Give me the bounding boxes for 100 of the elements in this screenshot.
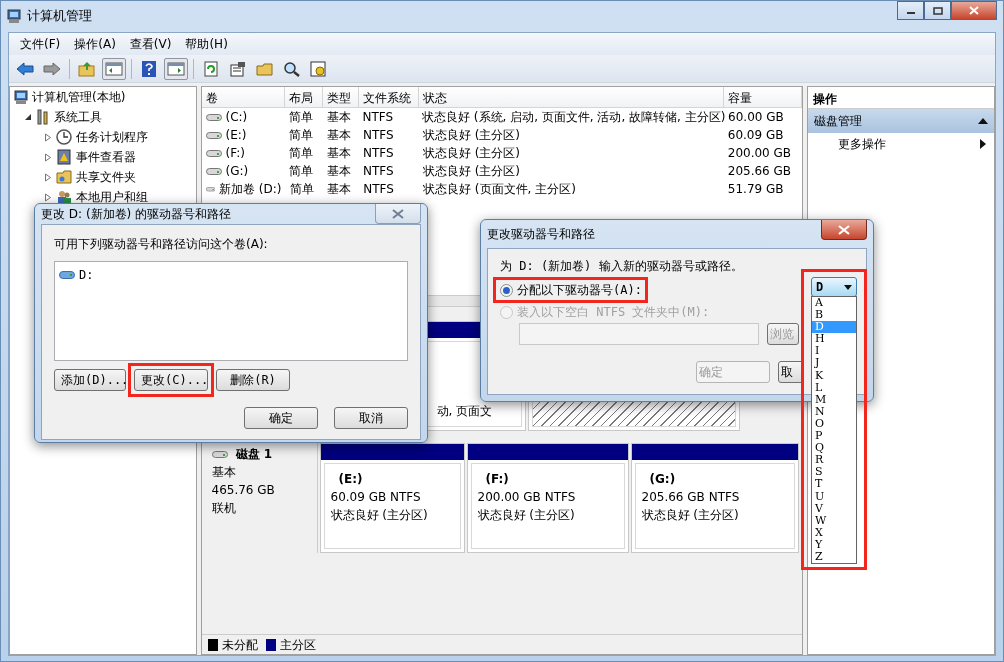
tree-item[interactable]: 计算机管理(本地) [32, 88, 126, 106]
tree-item[interactable]: 任务计划程序 [76, 128, 148, 146]
menu-item[interactable]: 帮助(H) [178, 35, 235, 53]
column-header[interactable]: 类型 [323, 87, 359, 107]
expanded-icon[interactable] [24, 113, 32, 121]
table-cell-text: NTFS [362, 181, 395, 198]
back-arrow-icon[interactable] [16, 60, 34, 77]
tree-item[interactable]: 共享文件夹 [76, 168, 136, 186]
minimize-button[interactable] [897, 1, 924, 20]
event-log-icon [56, 149, 72, 165]
close-button[interactable] [821, 220, 867, 240]
shared-folder-icon [56, 169, 72, 185]
properties-icon[interactable] [229, 60, 247, 77]
tree-item[interactable]: 事件查看器 [76, 148, 136, 166]
dropdown-option[interactable]: X [812, 526, 856, 539]
folder-icon[interactable] [256, 60, 274, 77]
table-cell-text: (C:) [225, 109, 248, 126]
drive-letter-dropdown[interactable]: D [811, 277, 857, 297]
path-field[interactable] [519, 323, 759, 345]
close-icon [392, 208, 404, 219]
dropdown-option[interactable]: B [812, 309, 856, 322]
dropdown-option[interactable]: H [812, 333, 856, 346]
dialog-button[interactable]: 更改(C)... [134, 369, 208, 391]
list-label: 可用下列驱动器号和路径访问这个卷(A): [54, 236, 269, 253]
column-header[interactable]: 布局 [285, 87, 324, 107]
dialog-button[interactable]: 添加(D)... [54, 369, 126, 391]
collapsed-icon[interactable] [44, 172, 52, 182]
table-cell-text: NTFS [362, 127, 395, 144]
pane-toggle-icon[interactable] [105, 60, 123, 77]
table-cell-text: 基本 [326, 127, 353, 144]
partition-size: 205.66 GB NTFS [641, 489, 741, 506]
dropdown-option[interactable]: Z [812, 550, 856, 564]
disk-size: 465.76 GB [211, 482, 276, 499]
menu-item[interactable]: 文件(F) [13, 35, 68, 53]
collapsed-icon[interactable] [44, 152, 52, 162]
partition-size: 60.09 GB NTFS [330, 489, 422, 506]
table-cell-text: 基本 [326, 181, 353, 198]
dialog-button[interactable]: 取消 [334, 407, 408, 429]
forward-arrow-icon[interactable] [43, 60, 61, 77]
maximize-button[interactable] [924, 1, 951, 20]
close-icon [838, 224, 850, 235]
dropdown-option[interactable]: V [812, 502, 856, 515]
dialog-button[interactable]: 删除(R) [216, 369, 290, 391]
dropdown-option[interactable]: J [812, 357, 856, 370]
table-cell-text: 状态良好 (主分区) [421, 127, 521, 144]
radio-label[interactable]: 分配以下驱动器号(A): [517, 281, 642, 299]
legend-label: 未分配 [221, 636, 258, 654]
column-header[interactable]: 文件系统 [359, 87, 419, 107]
help-icon[interactable] [140, 60, 158, 77]
tree-item[interactable]: 本地用户和组 [76, 188, 148, 206]
window-title: 计算机管理 [27, 7, 92, 26]
collapsed-icon[interactable] [44, 192, 52, 202]
table-cell-text: 60.00 GB [727, 109, 785, 126]
column-header[interactable]: 卷 [201, 87, 286, 107]
actions-section-title[interactable]: 磁盘管理 [813, 112, 862, 130]
dialog-title: 更改 D: (新加卷) 的驱动器号和路径 [41, 206, 232, 223]
action-link[interactable]: 更多操作 [837, 135, 886, 153]
dropdown-option[interactable]: L [812, 381, 856, 394]
dropdown-option[interactable]: S [812, 466, 856, 479]
table-cell-text: 200.00 GB [726, 145, 793, 162]
dropdown-option[interactable]: A [812, 297, 856, 310]
submenu-arrow-icon [980, 139, 986, 149]
table-cell-text: 基本 [326, 163, 353, 180]
dropdown-option[interactable]: U [812, 490, 856, 503]
refresh-icon[interactable] [202, 60, 220, 77]
list-item[interactable]: D: [79, 266, 94, 284]
close-button[interactable] [951, 1, 997, 20]
drive-icon [59, 270, 75, 280]
dropdown-option[interactable]: M [812, 393, 856, 406]
dropdown-option[interactable]: Y [812, 538, 856, 551]
dropdown-option[interactable]: W [812, 514, 856, 527]
dropdown-option[interactable]: K [812, 369, 856, 382]
settings-icon[interactable] [310, 60, 328, 77]
dialog-button[interactable]: 确定 [244, 407, 318, 429]
dropdown-arrow-icon [844, 284, 852, 290]
magnifier-icon[interactable] [283, 60, 301, 77]
dropdown-option[interactable]: T [812, 478, 856, 491]
dropdown-option[interactable]: I [812, 345, 856, 358]
dropdown-option[interactable]: P [812, 430, 856, 443]
collapsed-icon[interactable] [44, 132, 52, 142]
folder-up-icon[interactable] [78, 60, 96, 77]
table-cell-text: 205.66 GB [726, 163, 793, 180]
dropdown-option[interactable]: O [812, 417, 856, 431]
dialog-button[interactable]: 取 [778, 361, 804, 383]
partition-status: 状态良好 (主分区) [330, 507, 429, 524]
menu-item[interactable]: 查看(V) [122, 35, 179, 53]
menu-item[interactable]: 操作(A) [67, 35, 123, 53]
table-cell-text: 简单 [288, 127, 315, 144]
pane-toggle-icon[interactable] [167, 60, 185, 77]
dropdown-option[interactable]: N [812, 405, 856, 418]
column-header[interactable]: 容量 [723, 87, 802, 107]
tree-item[interactable]: 系统工具 [54, 108, 102, 126]
dropdown-option[interactable]: R [812, 454, 856, 467]
radio-button[interactable] [500, 283, 513, 297]
computer-icon [14, 89, 28, 105]
column-header[interactable]: 状态 [418, 87, 724, 107]
collapse-arrow-icon[interactable] [978, 118, 988, 124]
partition-name: (F:) [484, 471, 510, 488]
dropdown-option[interactable]: Q [812, 442, 856, 455]
table-cell-text: NTFS [362, 163, 395, 180]
